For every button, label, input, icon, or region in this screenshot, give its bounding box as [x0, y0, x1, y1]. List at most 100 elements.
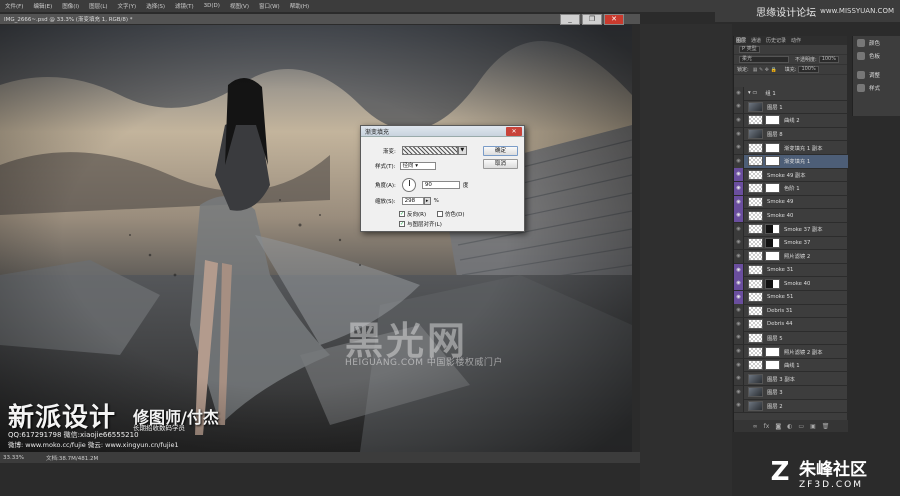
- panel-tab[interactable]: 动作: [791, 37, 801, 44]
- angle-input[interactable]: 90: [421, 181, 460, 189]
- dither-row[interactable]: 仿色(D): [437, 210, 465, 218]
- menu-item[interactable]: 图像(I): [57, 2, 84, 10]
- visibility-eye-icon[interactable]: ◉: [734, 209, 744, 223]
- panel-tab[interactable]: 通道: [751, 37, 761, 44]
- layer-mask-thumbnail[interactable]: [765, 183, 780, 194]
- trash-icon[interactable]: 🗑: [822, 423, 830, 430]
- minimize-button[interactable]: _: [560, 14, 580, 25]
- visibility-eye-icon[interactable]: ◉: [734, 399, 744, 413]
- visibility-eye-icon[interactable]: ◉: [734, 385, 744, 399]
- mask-icon[interactable]: ◙: [775, 423, 781, 430]
- visibility-eye-icon[interactable]: ◉: [734, 87, 744, 100]
- layer-row[interactable]: ◉ 图层 3: [734, 385, 848, 400]
- layer-mask-thumbnail[interactable]: [765, 360, 780, 371]
- opacity-input[interactable]: 100%: [818, 56, 839, 63]
- layer-row[interactable]: ◉ 照片滤镜 2: [734, 249, 848, 264]
- menu-item[interactable]: 帮助(H): [285, 2, 314, 10]
- layer-row[interactable]: ◉ 色阶 1: [734, 181, 848, 196]
- visibility-eye-icon[interactable]: ◉: [734, 195, 744, 209]
- side-panel-styles[interactable]: 样式: [853, 81, 900, 94]
- visibility-eye-icon[interactable]: ◉: [734, 154, 744, 168]
- layer-row[interactable]: ◉ 渐变填充 1 副本: [734, 141, 848, 155]
- visibility-eye-icon[interactable]: ◉: [734, 372, 744, 386]
- close-button[interactable]: ✕: [604, 14, 624, 25]
- layer-row[interactable]: ◉ Smoke 40: [734, 209, 848, 223]
- layer-row[interactable]: ◉ Debris 31: [734, 304, 848, 319]
- layer-mask-thumbnail[interactable]: [765, 346, 780, 357]
- blend-mode-select[interactable]: 柔光: [739, 56, 789, 63]
- visibility-eye-icon[interactable]: ◉: [734, 100, 744, 114]
- dither-checkbox[interactable]: [437, 211, 443, 217]
- menu-item[interactable]: 3D(D): [199, 3, 225, 9]
- side-panel-color[interactable]: 颜色: [853, 36, 900, 49]
- visibility-eye-icon[interactable]: ◉: [734, 290, 744, 304]
- menu-item[interactable]: 图层(L): [84, 2, 112, 10]
- layer-row[interactable]: ◉ ▾ ▭ 组 1: [734, 87, 848, 101]
- layer-row[interactable]: ◉ 图层 1: [734, 100, 848, 115]
- folder-icon[interactable]: ▭: [798, 423, 804, 430]
- visibility-eye-icon[interactable]: ◉: [734, 113, 744, 127]
- angle-dial[interactable]: [401, 178, 416, 192]
- link-icon[interactable]: ∞: [753, 423, 758, 430]
- visibility-eye-icon[interactable]: ◉: [734, 263, 744, 277]
- fx-icon[interactable]: fx: [764, 423, 770, 430]
- visibility-eye-icon[interactable]: ◉: [734, 127, 744, 141]
- side-panel-swatches[interactable]: 色板: [853, 49, 900, 62]
- layer-row[interactable]: ◉ Smoke 37: [734, 236, 848, 251]
- adjustment-icon[interactable]: ◐: [787, 423, 792, 430]
- layer-row[interactable]: ◉ Smoke 37 副本: [734, 222, 848, 237]
- layer-mask-thumbnail[interactable]: [765, 142, 780, 153]
- layer-mask-thumbnail[interactable]: [765, 278, 780, 289]
- scale-input[interactable]: 298: [401, 197, 424, 205]
- layer-row[interactable]: ◉ Debris 44: [734, 317, 848, 332]
- visibility-eye-icon[interactable]: ◉: [734, 249, 744, 263]
- visibility-eye-icon[interactable]: ◉: [734, 331, 744, 345]
- canvas-area[interactable]: 黑光网 HEIGUANG.COM 中国影楼权威门户 新派设计 修图师/付杰 长期…: [0, 25, 632, 452]
- visibility-eye-icon[interactable]: ◉: [734, 317, 744, 331]
- visibility-eye-icon[interactable]: ◉: [734, 141, 744, 155]
- layer-mask-thumbnail[interactable]: [765, 156, 780, 167]
- fill-input[interactable]: 100%: [798, 66, 819, 73]
- gradient-dropdown-icon[interactable]: ▼: [457, 146, 467, 155]
- cancel-button[interactable]: 取消: [483, 159, 518, 169]
- kind-filter[interactable]: P 类型: [739, 46, 760, 53]
- menu-item[interactable]: 滤镜(T): [170, 2, 199, 10]
- layer-mask-thumbnail[interactable]: [765, 237, 780, 248]
- layer-row[interactable]: ◉ Smoke 49 副本: [734, 168, 848, 183]
- reverse-row[interactable]: ✓ 反向(R): [399, 210, 426, 218]
- menu-item[interactable]: 文字(Y): [113, 2, 142, 10]
- layer-row[interactable]: ◉ 图层 5: [734, 331, 848, 346]
- dialog-close-button[interactable]: ✕: [506, 127, 522, 136]
- layer-row[interactable]: ◉ 图层 3 副本: [734, 372, 848, 387]
- zoom-level[interactable]: 33.33%: [0, 455, 30, 461]
- layer-row[interactable]: ◉ Smoke 31: [734, 263, 848, 278]
- new-layer-icon[interactable]: ▣: [810, 423, 816, 430]
- visibility-eye-icon[interactable]: ◉: [734, 222, 744, 236]
- layer-row[interactable]: ◉ 照片滤镜 2 副本: [734, 345, 848, 359]
- align-checkbox[interactable]: ✓: [399, 221, 405, 227]
- menu-item[interactable]: 编辑(E): [28, 2, 57, 10]
- align-row[interactable]: ✓ 与图层对齐(L): [399, 220, 442, 228]
- visibility-eye-icon[interactable]: ◉: [734, 277, 744, 291]
- folder-icon[interactable]: ▾ ▭: [748, 90, 757, 96]
- lock-icons[interactable]: ▦ ✎ ✥ 🔒: [753, 67, 777, 73]
- menu-item[interactable]: 窗口(W): [254, 2, 285, 10]
- visibility-eye-icon[interactable]: ◉: [734, 345, 744, 359]
- layer-mask-thumbnail[interactable]: [765, 115, 780, 126]
- visibility-eye-icon[interactable]: ◉: [734, 304, 744, 318]
- ok-button[interactable]: 确定: [483, 146, 518, 156]
- reverse-checkbox[interactable]: ✓: [399, 211, 405, 217]
- layer-row[interactable]: ◉ 曲线 1: [734, 358, 848, 373]
- layer-mask-thumbnail[interactable]: [765, 251, 780, 262]
- menu-item[interactable]: 文件(F): [0, 2, 28, 10]
- visibility-eye-icon[interactable]: ◉: [734, 358, 744, 372]
- layer-mask-thumbnail[interactable]: [765, 224, 780, 235]
- layer-row[interactable]: ◉ 渐变填充 1: [734, 154, 848, 169]
- style-select[interactable]: 径向 ▾: [399, 162, 436, 170]
- document-tab[interactable]: IMG_2666~.psd @ 33.3% (渐变填充 1, RGB/8) *: [0, 15, 133, 23]
- visibility-eye-icon[interactable]: ◉: [734, 181, 744, 195]
- layer-row[interactable]: ◉ 图层 8: [734, 127, 848, 142]
- layer-row[interactable]: ◉ 图层 2: [734, 399, 848, 414]
- layer-row[interactable]: ◉ Smoke 49: [734, 195, 848, 210]
- scale-dropdown-icon[interactable]: ▸: [423, 197, 431, 205]
